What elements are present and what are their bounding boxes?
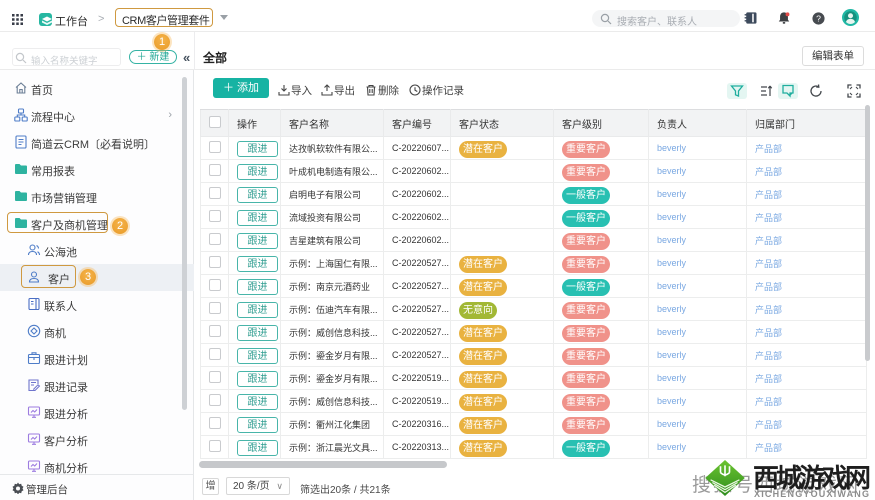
svg-text:?: ?: [816, 14, 821, 24]
